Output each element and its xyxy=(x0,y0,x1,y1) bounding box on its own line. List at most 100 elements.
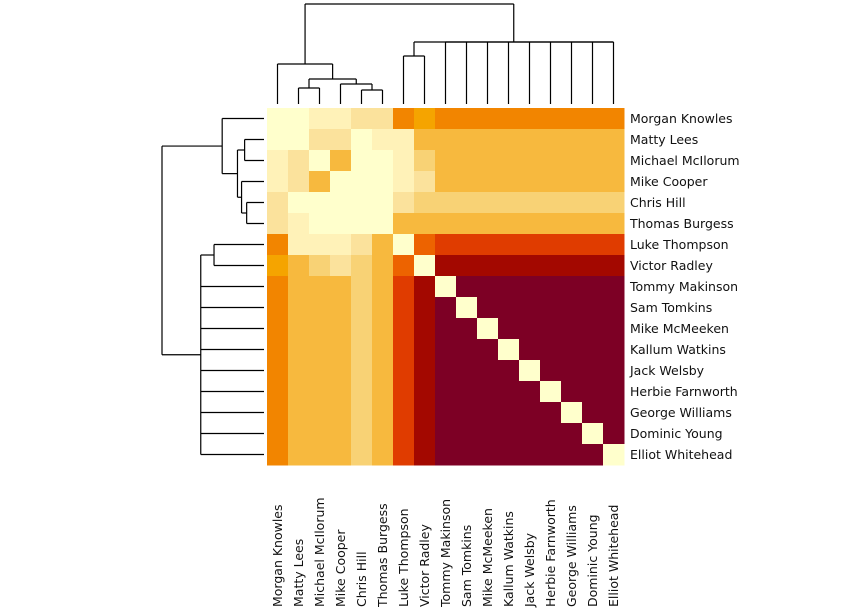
heatmap-cell xyxy=(267,234,289,256)
heatmap-cell xyxy=(456,276,478,298)
heatmap-cell xyxy=(456,318,478,340)
heatmap-cell xyxy=(330,234,352,256)
heatmap-cell xyxy=(477,276,499,298)
heatmap-cell xyxy=(393,318,415,340)
heatmap-cell xyxy=(414,318,436,340)
heatmap-cell xyxy=(351,402,373,424)
heatmap-cell xyxy=(372,108,394,130)
heatmap-cell xyxy=(435,108,457,130)
heatmap-cell xyxy=(393,255,415,277)
heatmap-cell xyxy=(519,192,541,214)
heatmap-cell xyxy=(414,423,436,445)
heatmap-cell xyxy=(393,276,415,298)
heatmap-cell xyxy=(351,423,373,445)
heatmap-cell xyxy=(372,381,394,403)
heatmap-cell xyxy=(477,423,499,445)
heatmap-cell xyxy=(414,213,436,235)
heatmap-cell xyxy=(330,171,352,193)
heatmap-cell xyxy=(288,108,310,130)
heatmap-cell xyxy=(288,255,310,277)
heatmap-cell xyxy=(477,234,499,256)
heatmap-cell xyxy=(582,150,604,172)
heatmap-cell xyxy=(288,234,310,256)
heatmap-cell xyxy=(519,129,541,151)
heatmap-cell xyxy=(498,360,520,382)
heatmap-cell xyxy=(351,150,373,172)
heatmap-cell xyxy=(561,360,583,382)
row-label: George Williams xyxy=(630,405,732,420)
heatmap-cell xyxy=(267,360,289,382)
column-label: Herbie Farnworth xyxy=(543,499,558,607)
heatmap-cell xyxy=(267,276,289,298)
heatmap-cell xyxy=(351,108,373,130)
heatmap-cell xyxy=(393,213,415,235)
heatmap-cell xyxy=(435,150,457,172)
heatmap-cell xyxy=(393,381,415,403)
heatmap-cell xyxy=(540,423,562,445)
heatmap-cell xyxy=(603,192,625,214)
heatmap-cell xyxy=(540,381,562,403)
heatmap-cell xyxy=(288,402,310,424)
heatmap-cell xyxy=(288,213,310,235)
heatmap-cell xyxy=(561,234,583,256)
heatmap-cell xyxy=(603,108,625,130)
heatmap-cell xyxy=(540,318,562,340)
heatmap-cell xyxy=(414,129,436,151)
heatmap-cell xyxy=(288,318,310,340)
heatmap-cell xyxy=(456,108,478,130)
heatmap-cell xyxy=(582,234,604,256)
column-label: Luke Thompson xyxy=(396,508,411,607)
heatmap-cell xyxy=(393,108,415,130)
row-label: Tommy Makinson xyxy=(629,279,738,294)
heatmap-cell xyxy=(498,171,520,193)
column-label: Thomas Burgess xyxy=(375,503,390,608)
row-label: Mike Cooper xyxy=(630,174,708,189)
heatmap-cell xyxy=(267,423,289,445)
heatmap-cell xyxy=(330,150,352,172)
column-label: Michael McIlorum xyxy=(312,497,327,607)
heatmap-cell xyxy=(561,171,583,193)
heatmap-cell xyxy=(309,276,331,298)
heatmap-cell xyxy=(477,213,499,235)
heatmap-cell xyxy=(540,234,562,256)
heatmap-cell xyxy=(372,402,394,424)
heatmap-cell xyxy=(351,318,373,340)
heatmap-cell xyxy=(288,423,310,445)
heatmap-cell xyxy=(498,213,520,235)
heatmap-cell xyxy=(498,297,520,319)
heatmap-cell xyxy=(519,339,541,361)
heatmap-cell xyxy=(267,255,289,277)
heatmap-cell xyxy=(561,276,583,298)
heatmap-cell xyxy=(603,402,625,424)
heatmap-cell xyxy=(267,339,289,361)
heatmap-cell xyxy=(477,381,499,403)
heatmap-cell xyxy=(477,297,499,319)
heatmap-cell xyxy=(498,318,520,340)
heatmap-cell xyxy=(519,108,541,130)
heatmap-cell xyxy=(477,360,499,382)
heatmap-cell xyxy=(498,255,520,277)
heatmap-cell xyxy=(414,276,436,298)
heatmap-cell xyxy=(267,444,289,466)
column-label: Victor Radley xyxy=(417,524,432,607)
heatmap-cell xyxy=(540,276,562,298)
top-dendrogram xyxy=(276,3,615,104)
heatmap-cell xyxy=(393,297,415,319)
heatmap-cell xyxy=(582,402,604,424)
heatmap-cell xyxy=(267,318,289,340)
heatmap-cell xyxy=(435,360,457,382)
heatmap-cell xyxy=(603,129,625,151)
heatmap-cell xyxy=(456,339,478,361)
heatmap-cell xyxy=(351,444,373,466)
column-label: Elliot Whitehead xyxy=(606,505,621,607)
heatmap-cell xyxy=(267,150,289,172)
heatmap-cell xyxy=(498,402,520,424)
heatmap-cell xyxy=(477,255,499,277)
heatmap-cell xyxy=(519,234,541,256)
heatmap-cell xyxy=(414,444,436,466)
heatmap-cell xyxy=(267,402,289,424)
heatmap-cell xyxy=(519,402,541,424)
heatmap-cell xyxy=(351,339,373,361)
heatmap-cell xyxy=(414,234,436,256)
heatmap-cell xyxy=(561,318,583,340)
